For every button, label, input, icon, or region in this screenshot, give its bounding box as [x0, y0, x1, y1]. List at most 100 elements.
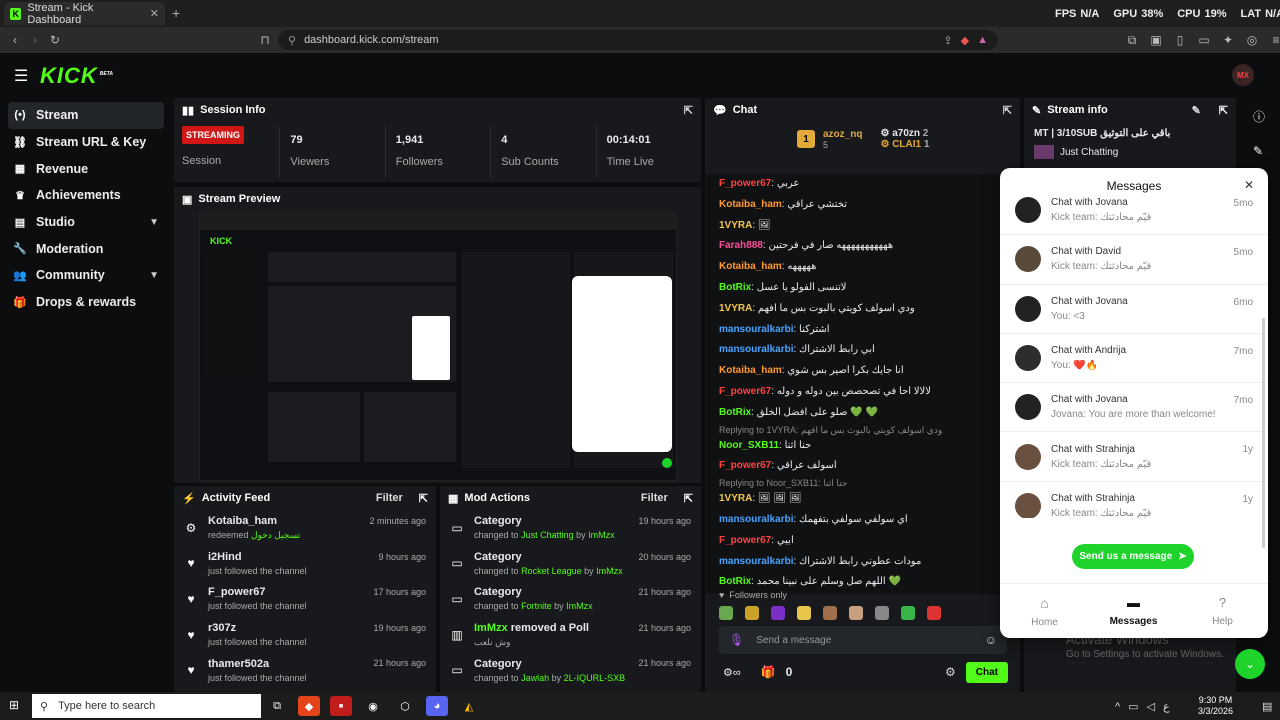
wallet-icon[interactable]: ▭ [1197, 33, 1211, 47]
nav-help[interactable]: ? Help [1178, 586, 1267, 636]
emote-icon[interactable] [875, 606, 889, 620]
emote-icon[interactable] [771, 606, 785, 620]
taskbar-search[interactable]: ⚲ Type here to search [32, 694, 261, 718]
new-tab-icon[interactable]: + [172, 5, 180, 21]
notifications-icon[interactable]: ▤ [1262, 700, 1272, 713]
nav-messages[interactable]: ▬ Messages [1089, 586, 1178, 636]
close-tab-icon[interactable]: ✕ [150, 7, 159, 20]
brave-rewards-icon[interactable]: ▲ [977, 34, 988, 46]
conversation-item[interactable]: Chat with David Kick team: قيّم محادثتك 5m… [1000, 235, 1268, 285]
obs-icon[interactable]: ◉ [362, 696, 384, 716]
sidebar-toggle-icon[interactable]: ▯ [1173, 33, 1187, 47]
chat-username[interactable]: mansouralkarbi [719, 514, 793, 525]
emote-icon[interactable] [849, 606, 863, 620]
send-us-message-button[interactable]: Send us a message ➤ [1072, 544, 1194, 569]
windows-start-icon[interactable]: ⊞ [9, 698, 19, 712]
chat-username[interactable]: 1VYRA [719, 303, 752, 314]
chat-username[interactable]: mansouralkarbi [719, 556, 793, 567]
popup-scrollbar[interactable] [1262, 318, 1265, 548]
messenger-launcher-button[interactable]: ⌄ [1235, 649, 1265, 679]
site-info-icon[interactable]: ⚲ [288, 34, 296, 47]
reload-icon[interactable]: ↻ [48, 33, 62, 47]
chat-username[interactable]: BotRix [719, 576, 751, 587]
chat-username[interactable]: Kotaiba_ham [719, 261, 782, 272]
hamburger-menu-icon[interactable]: ☰ [14, 66, 28, 86]
chat-send-button[interactable]: Chat [965, 661, 1008, 683]
chat-username[interactable]: mansouralkarbi [719, 324, 793, 335]
vpn-icon[interactable]: ◎ [1245, 33, 1259, 47]
emote-icon[interactable] [745, 606, 759, 620]
sidebar-item-studio[interactable]: ▤ Studio ▼ [8, 209, 164, 236]
chat-username[interactable]: mansouralkarbi [719, 344, 793, 355]
nav-home[interactable]: ⌂ Home [1000, 586, 1089, 636]
sidebar-item-drops-rewards[interactable]: 🎁 Drops & rewards [8, 289, 164, 316]
chat-username[interactable]: 1VYRA [719, 493, 752, 504]
emoji-icon[interactable]: ☺ [985, 633, 997, 647]
screenshot-icon[interactable]: ▣ [1149, 33, 1163, 47]
bookmark-icon[interactable]: ⊓ [258, 33, 272, 47]
app-icon[interactable]: ■ [330, 696, 352, 716]
emote-icon[interactable] [823, 606, 837, 620]
browser-tab[interactable]: K Stream - Kick Dashboard ✕ [4, 2, 165, 26]
chevron-up-icon[interactable]: ^ [1115, 701, 1120, 713]
sidebar-item-stream-url-key[interactable]: ⛓ Stream URL & Key [8, 129, 164, 156]
chat-username[interactable]: BotRix [719, 407, 751, 418]
conversation-item[interactable]: Chat with Jovana Jovana: You are more tha… [1000, 383, 1268, 433]
edit-icon[interactable]: ✎ [1253, 144, 1263, 158]
emote-icon[interactable] [901, 606, 915, 620]
conversation-item[interactable]: Chat with Andrija You: ❤️🔥 7mo [1000, 334, 1268, 384]
share-icon[interactable]: ⇪ [943, 34, 952, 47]
kick-logo[interactable]: KICK BETA [40, 63, 113, 89]
menu-icon[interactable]: ≡ [1269, 33, 1280, 47]
chat-messages[interactable]: F_power67: عربي Kotaiba_ham: تختشي عراقي 1… [705, 174, 1020, 594]
emote-icon[interactable] [797, 606, 811, 620]
chat-username[interactable]: Farah888 [719, 240, 763, 251]
filter-button[interactable]: Filter [641, 492, 668, 504]
filter-button[interactable]: Filter [376, 492, 403, 504]
conversation-item[interactable]: Chat with Strahinja Kick team: قيّم محادث… [1000, 482, 1268, 518]
emote-icon[interactable] [719, 606, 733, 620]
sidebar-item-community[interactable]: 👥 Community ▼ [8, 262, 164, 289]
volume-icon[interactable]: ◁ [1147, 700, 1155, 713]
brave-shield-icon[interactable]: ◆ [961, 34, 969, 47]
chat-username[interactable]: 1VYRA [719, 220, 752, 231]
task-view-icon[interactable]: ⧉ [266, 696, 288, 716]
chat-username[interactable]: BotRix [719, 282, 751, 293]
edit-icon[interactable]: ✎ [1192, 104, 1201, 117]
popout-icon[interactable]: ⇱ [684, 492, 693, 505]
chat-username[interactable]: F_power67 [719, 178, 771, 189]
info-icon[interactable]: ⓘ [1253, 108, 1265, 125]
taskbar-clock[interactable]: 9:30 PM 3/3/2026 [1198, 695, 1233, 717]
user-avatar[interactable]: MX [1232, 64, 1254, 86]
settings-gear-icon[interactable]: ⚙ [945, 665, 956, 679]
chat-username[interactable]: Kotaiba_ham [719, 199, 782, 210]
sidebar-item-stream[interactable]: (•) Stream [8, 102, 164, 129]
close-icon[interactable]: ✕ [1244, 178, 1254, 192]
sidebar-item-revenue[interactable]: ▦ Revenue [8, 155, 164, 182]
forward-icon[interactable]: › [28, 33, 42, 47]
chat-username[interactable]: F_power67 [719, 535, 771, 546]
network-icon[interactable]: ▭ [1128, 700, 1138, 713]
chat-username[interactable]: Noor_SXB11 [719, 440, 779, 451]
sidebar-item-achievements[interactable]: ♛ Achievements [8, 182, 164, 209]
popout-icon[interactable]: ⇱ [684, 104, 693, 117]
language-indicator[interactable]: ع [1163, 700, 1170, 713]
chat-username[interactable]: F_power67 [719, 460, 771, 471]
app-icon[interactable]: ⬡ [394, 696, 416, 716]
chat-username[interactable]: F_power67 [719, 386, 771, 397]
popout-icon[interactable]: ⇱ [1219, 104, 1228, 117]
chat-username[interactable]: Kotaiba_ham [719, 365, 782, 376]
back-icon[interactable]: ‹ [8, 33, 22, 47]
address-bar[interactable]: ⚲ dashboard.kick.com/stream ⇪ ◆ ▲ [278, 30, 998, 50]
points-icon[interactable]: ⚙∞ [723, 666, 741, 679]
conversation-item[interactable]: Chat with Jovana You: <3 6mo [1000, 285, 1268, 334]
microphone-icon[interactable]: 🎙 [729, 633, 744, 647]
sidebar-item-moderation[interactable]: 🔧 Moderation [8, 235, 164, 262]
conversation-item[interactable]: Chat with Strahinja Kick team: قيّم محادث… [1000, 432, 1268, 482]
popout-icon[interactable]: ⇱ [419, 492, 428, 505]
app-icon[interactable]: ◭ [458, 696, 480, 716]
brave-browser-icon[interactable]: ◆ [298, 696, 320, 716]
chat-input[interactable]: 🎙 Send a message ☺ [719, 626, 1007, 654]
gift-icon[interactable]: 🎁 [761, 665, 776, 679]
discord-icon[interactable]: ◕ [426, 696, 448, 716]
